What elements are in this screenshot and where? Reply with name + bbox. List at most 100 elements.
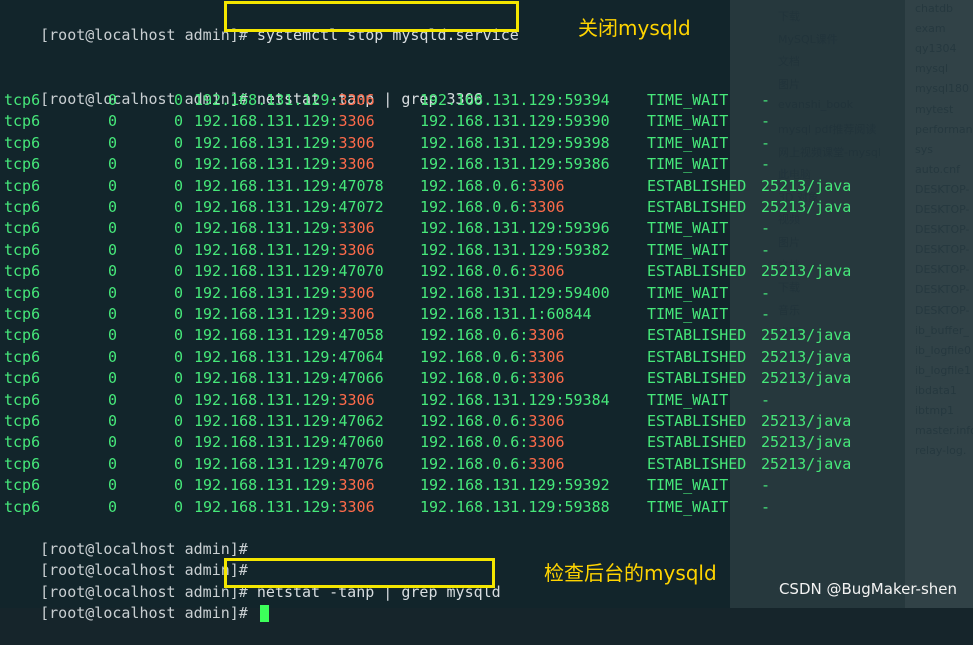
local-port: 3306	[338, 219, 375, 238]
netstat-send-q: 0	[174, 369, 184, 388]
terminal-line-input[interactable]: [root@localhost admin]#	[4, 582, 269, 622]
netstat-send-q: 0	[174, 133, 184, 152]
netstat-local-address: 192.168.131.129:47066	[194, 368, 384, 389]
local-port: 47060	[338, 433, 384, 452]
netstat-pid-program: 25213/java	[761, 454, 852, 473]
local-port: 47078	[338, 176, 384, 195]
netstat-state: ESTABLISHED	[647, 176, 747, 195]
netstat-recv-q: 0	[108, 219, 118, 238]
local-ip: 192.168.131.129:	[194, 176, 339, 195]
terminal-line-netstat-port: [root@localhost admin]# netstat -tanp | …	[4, 68, 483, 108]
local-port: 47062	[338, 412, 384, 430]
foreign-ip: 192.168.0.6:	[420, 262, 529, 281]
netstat-proto: tcp6	[4, 326, 41, 345]
netstat-state: TIME_WAIT	[647, 497, 729, 516]
csdn-watermark: CSDN @BugMaker-shen	[778, 580, 957, 598]
local-port: 47076	[338, 454, 384, 473]
stop-command-highlight-box	[224, 1, 519, 32]
netstat-state: TIME_WAIT	[647, 476, 729, 495]
local-port: 47064	[338, 347, 384, 366]
netstat-pid-program: 25213/java	[761, 326, 852, 345]
local-port: 3306	[338, 283, 375, 302]
netstat-send-q: 0	[174, 240, 184, 259]
local-port: 47058	[338, 326, 384, 345]
netstat-proto: tcp6	[4, 155, 41, 174]
foreign-ip: 192.168.0.6:	[420, 369, 529, 388]
foreign-port: 59390	[564, 112, 610, 131]
netstat-foreign-address: 192.168.131.129:59386	[420, 154, 610, 175]
foreign-port: 3306	[528, 326, 565, 345]
netstat-local-address: 192.168.131.129:3306	[194, 497, 375, 518]
netstat-local-address: 192.168.131.129:3306	[194, 283, 375, 304]
netstat-recv-q: 0	[108, 454, 118, 473]
netstat-foreign-address: 192.168.0.6:3306	[420, 454, 565, 475]
netstat-recv-q: 0	[108, 283, 118, 302]
netstat-recv-q: 0	[108, 326, 118, 345]
netstat-foreign-address: 192.168.131.129:59388	[420, 497, 610, 518]
local-ip: 192.168.131.129:	[194, 497, 339, 516]
local-port: 47066	[338, 369, 384, 388]
foreign-ip: 192.168.131.129:	[420, 497, 565, 516]
foreign-port: 3306	[528, 369, 565, 388]
netstat-local-address: 192.168.131.129:47072	[194, 197, 384, 218]
netstat-proto: tcp6	[4, 433, 41, 452]
netstat-pid-program: 25213/java	[761, 433, 852, 452]
netstat-foreign-address: 192.168.0.6:3306	[420, 176, 565, 197]
foreign-port: 59396	[564, 219, 610, 238]
netstat-proto: tcp6	[4, 305, 41, 323]
netstat-proto: tcp6	[4, 347, 41, 366]
terminal-window[interactable]: [root@localhost admin]# systemctl stop m…	[0, 0, 973, 622]
netstat-pid-program: -	[761, 91, 771, 109]
netstat-send-q: 0	[174, 219, 184, 238]
netstat-recv-q: 0	[108, 112, 118, 131]
foreign-port: 3306	[528, 198, 565, 216]
netstat-foreign-address: 192.168.0.6:3306	[420, 197, 565, 218]
local-ip: 192.168.131.129:	[194, 112, 339, 131]
local-port: 47070	[338, 262, 384, 281]
foreign-ip: 192.168.0.6:	[420, 433, 529, 452]
local-ip: 192.168.131.129:	[194, 240, 339, 259]
netstat-pid-program: -	[761, 219, 771, 238]
foreign-ip: 192.168.0.6:	[420, 326, 529, 345]
local-port: 3306	[338, 133, 375, 152]
netstat-pid-program: 25213/java	[761, 412, 852, 430]
netstat-local-address: 192.168.131.129:3306	[194, 90, 375, 111]
netstat-send-q: 0	[174, 454, 184, 473]
local-port: 3306	[338, 390, 375, 409]
netstat-state: ESTABLISHED	[647, 198, 747, 216]
netstat-local-address: 192.168.131.129:47062	[194, 411, 384, 432]
netstat-recv-q: 0	[108, 476, 118, 495]
foreign-ip: 192.168.0.6:	[420, 454, 529, 473]
foreign-ip: 192.168.131.129:	[420, 283, 565, 302]
netstat-send-q: 0	[174, 412, 184, 430]
netstat-recv-q: 0	[108, 91, 118, 109]
netstat-pid-program: 25213/java	[761, 369, 852, 388]
netstat-local-address: 192.168.131.129:47070	[194, 261, 384, 282]
local-port: 3306	[338, 155, 375, 174]
local-ip: 192.168.131.129:	[194, 283, 339, 302]
foreign-port: 3306	[528, 433, 565, 452]
netstat-pid-program: -	[761, 112, 771, 131]
netstat-state: ESTABLISHED	[647, 454, 747, 473]
foreign-port: 3306	[528, 347, 565, 366]
netstat-send-q: 0	[174, 347, 184, 366]
foreign-port: 59398	[564, 133, 610, 152]
local-ip: 192.168.131.129:	[194, 262, 339, 281]
netstat-send-q: 0	[174, 112, 184, 131]
foreign-port: 60844	[546, 305, 592, 323]
netstat-foreign-address: 192.168.131.129:59390	[420, 111, 610, 132]
local-port: 3306	[338, 240, 375, 259]
netstat-foreign-address: 192.168.0.6:3306	[420, 368, 565, 389]
netstat-recv-q: 0	[108, 433, 118, 452]
local-ip: 192.168.131.129:	[194, 369, 339, 388]
netstat-pid-program: 25213/java	[761, 347, 852, 366]
foreign-ip: 192.168.131.1:	[420, 305, 547, 323]
netstat-recv-q: 0	[108, 347, 118, 366]
local-ip: 192.168.131.129:	[194, 454, 339, 473]
netstat-pid-program: -	[761, 476, 771, 495]
foreign-ip: 192.168.131.129:	[420, 219, 565, 238]
terminal-line-empty-prompt: [root@localhost admin]#	[4, 539, 257, 579]
netstat-proto: tcp6	[4, 390, 41, 409]
netstat-local-address: 192.168.131.129:47064	[194, 347, 384, 368]
netstat-recv-q: 0	[108, 390, 118, 409]
